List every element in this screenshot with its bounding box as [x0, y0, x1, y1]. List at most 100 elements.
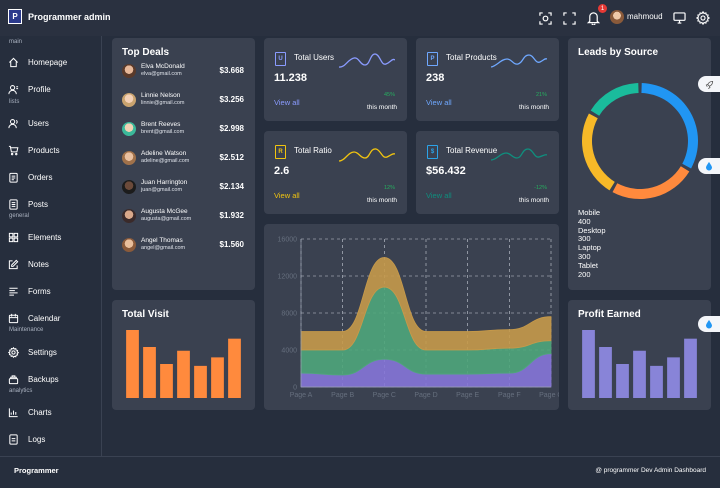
section-label-analytics: analytics — [9, 388, 33, 394]
profile-icon — [8, 85, 19, 95]
sparkline — [339, 148, 395, 162]
sidebar-item-forms[interactable]: Forms — [8, 286, 51, 297]
stat-period: this month — [519, 197, 549, 204]
theme-drop-button[interactable] — [698, 316, 720, 332]
x-tick-label: Page B — [331, 392, 354, 399]
bar — [582, 330, 595, 398]
sidebar-item-label: Charts — [28, 408, 52, 417]
deal-name: Augusta McGee — [141, 208, 188, 215]
sidebar-item-homepage[interactable]: Homepage — [8, 57, 67, 68]
pie-slice-tablet — [590, 83, 639, 116]
avatar — [122, 209, 136, 223]
avatar — [122, 64, 136, 78]
theme-drop-button[interactable] — [698, 158, 720, 174]
y-tick-label: 4000 — [281, 348, 297, 355]
sidebar-item-label: Forms — [28, 287, 51, 296]
revenue-icon: $ — [427, 145, 438, 159]
bar — [684, 338, 697, 398]
sidebar-item-elements[interactable]: Elements — [8, 232, 61, 243]
sidebar-item-charts[interactable]: Charts — [8, 407, 52, 418]
sidebar-item-calendar[interactable]: Calendar — [8, 313, 60, 324]
sidebar-item-label: Orders — [28, 173, 53, 182]
avatar — [122, 93, 136, 107]
sidebar-item-products[interactable]: Products — [8, 145, 60, 156]
deal-name: Angel Thomas — [141, 237, 183, 244]
sparkline — [491, 54, 547, 68]
brand[interactable]: P Programmer admin — [8, 9, 111, 24]
rocket-icon — [705, 80, 713, 89]
list-item[interactable]: Augusta McGee augusta@gmail.com $1.932 — [122, 208, 244, 224]
users-icon — [8, 119, 18, 129]
sidebar-item-backups[interactable]: Backups — [8, 374, 59, 385]
sidebar-item-profile[interactable]: Profile — [8, 84, 51, 95]
list-item[interactable]: Elva McDonald elva@gmail.com $3.668 — [122, 63, 244, 79]
drop-icon — [706, 320, 712, 329]
ratio-icon: R — [275, 145, 286, 159]
users-icon: U — [275, 52, 286, 66]
sidebar-item-logs[interactable]: Logs — [8, 434, 45, 445]
view-all-link[interactable]: View all — [274, 191, 300, 200]
settings-icon — [8, 347, 19, 358]
deal-amount: $2.998 — [219, 124, 244, 133]
deal-amount: $2.512 — [219, 153, 244, 162]
deal-amount: $1.932 — [219, 211, 244, 220]
total-visit-bar-chart — [126, 330, 241, 398]
posts-icon — [9, 199, 18, 210]
sidebar-item-posts[interactable]: Posts — [8, 199, 48, 210]
stat-percent: -12% — [534, 185, 547, 191]
pie-chart — [582, 83, 698, 199]
pie-slice-laptop — [582, 113, 615, 191]
avatar — [122, 151, 136, 165]
user-name[interactable]: mahmoud — [627, 12, 663, 21]
bar — [160, 364, 173, 398]
stat-value: 2.6 — [274, 165, 290, 177]
stat-value: 11.238 — [274, 72, 308, 84]
list-item[interactable]: Angel Thomas angel@gmail.com $1.560 — [122, 237, 244, 253]
section-label-maintenance: Maintenance — [9, 327, 44, 333]
card-title: Leads by Source — [578, 47, 659, 58]
settings-icon[interactable] — [695, 10, 711, 26]
y-tick-label: 12000 — [278, 274, 298, 281]
fullscreen-icon[interactable] — [561, 10, 577, 26]
x-tick-label: Page E — [456, 392, 479, 399]
deal-email: linnie@gmail.com — [141, 100, 185, 106]
bar — [211, 357, 224, 398]
sidebar-item-users[interactable]: Users — [8, 118, 49, 129]
stat-label: Total Users — [294, 53, 335, 62]
bell-icon[interactable] — [585, 10, 601, 26]
view-all-link[interactable]: View all — [426, 191, 452, 200]
stat-card-total-revenue: $ Total Revenue $56.432 View all -12% th… — [416, 131, 559, 214]
y-tick-label: 16000 — [278, 237, 298, 244]
notes-icon — [8, 259, 19, 270]
x-tick-label: Page F — [498, 392, 521, 399]
bar — [599, 347, 612, 398]
view-all-link[interactable]: View all — [426, 98, 452, 107]
charts-icon — [8, 408, 18, 418]
avatar[interactable] — [610, 10, 624, 24]
sidebar-item-notes[interactable]: Notes — [8, 259, 49, 270]
cart-icon — [8, 145, 19, 156]
logo: P — [8, 9, 22, 24]
notification-badge: 1 — [598, 4, 607, 13]
list-item[interactable]: Linnie Nelson linnie@gmail.com $3.256 — [122, 92, 244, 108]
list-item[interactable]: Juan Harrington juan@gmail.com $2.134 — [122, 179, 244, 195]
profit-card: Profit Earned — [568, 300, 711, 410]
list-item[interactable]: Adeline Watson adeline@gmail.com $2.512 — [122, 150, 244, 166]
sidebar-item-settings[interactable]: Settings — [8, 347, 57, 358]
deal-amount: $3.256 — [219, 95, 244, 104]
pie-slice-mobile — [641, 83, 698, 169]
sidebar-item-label: Logs — [28, 435, 46, 444]
section-label-general: general — [9, 213, 30, 219]
x-tick-label: Page D — [414, 392, 437, 399]
search-icon[interactable] — [537, 10, 553, 26]
rocket-button[interactable] — [698, 76, 720, 92]
section-label-lists: lists — [9, 99, 20, 105]
sidebar-item-orders[interactable]: Orders — [8, 172, 52, 183]
list-item[interactable]: Brent Reeves brent@gmail.com $2.998 — [122, 121, 244, 137]
sidebar-item-label: Products — [28, 146, 60, 155]
view-all-link[interactable]: View all — [274, 98, 300, 107]
pie-legend: Mobile 400 Desktop 300 Laptop 300 Tablet… — [578, 208, 606, 279]
deal-name: Adeline Watson — [141, 150, 187, 157]
monitor-icon[interactable] — [671, 10, 687, 26]
avatar — [122, 180, 136, 194]
